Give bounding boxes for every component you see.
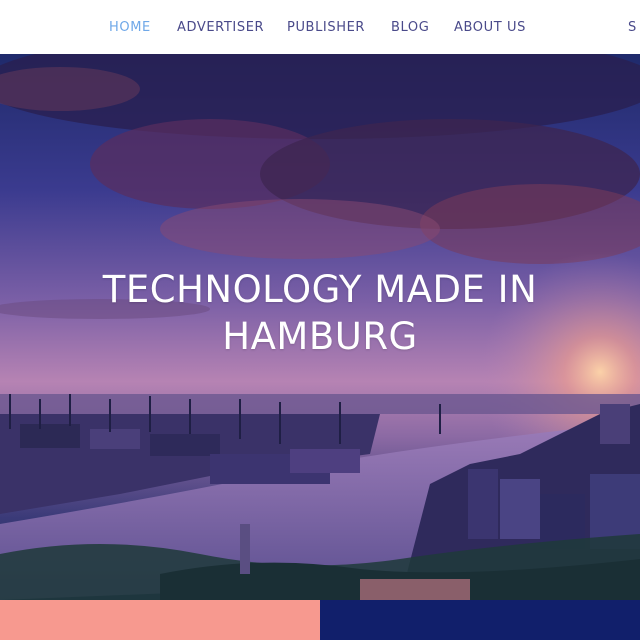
nav-item-advertiser[interactable]: ADVERTISER [177,20,264,35]
navy-section-block [320,600,640,640]
nav-item-home[interactable]: HOME [109,20,151,35]
nav-item-partial[interactable]: S [628,20,637,35]
salmon-section-block [0,600,320,640]
top-navigation: HOME ADVERTISER PUBLISHER BLOG ABOUT US … [0,0,640,54]
nav-item-publisher[interactable]: PUBLISHER [287,20,365,35]
nav-item-blog[interactable]: BLOG [391,20,429,35]
hero-title: TECHNOLOGY MADE IN HAMBURG [0,266,640,360]
nav-item-about-us[interactable]: ABOUT US [454,20,526,35]
hero-title-line-1: TECHNOLOGY MADE IN [102,268,538,311]
hero-banner: TECHNOLOGY MADE IN HAMBURG [0,54,640,600]
hero-title-line-2: HAMBURG [222,315,418,358]
